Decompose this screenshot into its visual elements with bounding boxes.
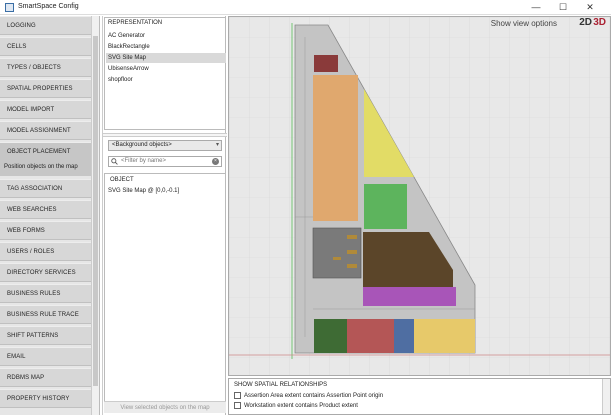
sidebar-item-rdbms-map[interactable]: RDBMS MAP	[0, 368, 92, 387]
chevron-down-icon: ▾	[215, 142, 219, 148]
sidebar-item-directory-services[interactable]: DIRECTORY SERVICES	[0, 263, 92, 282]
room-gold	[414, 319, 475, 353]
room-blue	[394, 319, 414, 353]
mode-3d-toggle[interactable]: 3D	[593, 17, 606, 28]
room-red	[314, 55, 338, 72]
app-icon	[5, 3, 14, 12]
relationship-label: Workstation extent contains Product exte…	[244, 403, 358, 410]
sidebar-item-cells[interactable]: CELLS	[0, 37, 92, 56]
map-view[interactable]: Show view options 2D 3D	[228, 16, 611, 376]
select-value: <Background objects>	[112, 142, 172, 148]
list-item[interactable]: BlackRectangle	[106, 42, 226, 52]
sidebar-item-web-forms[interactable]: WEB FORMS	[0, 221, 92, 240]
title-bar: SmartSpace Config — ☐ ✕	[0, 0, 611, 15]
relationships-header: SHOW SPATIAL RELATIONSHIPS	[234, 382, 328, 388]
relationship-row[interactable]: Workstation extent contains Product exte…	[234, 402, 358, 410]
sidebar-item-types-objects[interactable]: TYPES / OBJECTS	[0, 58, 92, 77]
relationship-row[interactable]: Assertion Area extent contains Assertion…	[234, 392, 383, 400]
room-salmon	[347, 319, 394, 353]
object-list-panel: REPRESENTATION AC Generator BlackRectang…	[102, 16, 227, 415]
sidebar-item-property-history[interactable]: PROPERTY HISTORY	[0, 389, 92, 408]
list-item[interactable]: SVG Site Map	[106, 53, 226, 63]
mode-2d-toggle[interactable]: 2D	[579, 17, 592, 28]
sidebar-item-users-roles[interactable]: USERS / ROLES	[0, 242, 92, 261]
search-icon	[111, 158, 118, 165]
list-item[interactable]: SVG Site Map @ [0,0,-0.1]	[108, 188, 179, 194]
sidebar-item-web-searches[interactable]: WEB SEARCHES	[0, 200, 92, 219]
representation-header: REPRESENTATION	[108, 20, 163, 26]
site-map[interactable]	[229, 17, 611, 376]
close-button[interactable]: ✕	[577, 0, 603, 15]
sidebar-item-business-rule-trace[interactable]: BUSINESS RULE TRACE	[0, 305, 92, 324]
list-item[interactable]: UbisenseArrow	[106, 64, 226, 74]
show-view-options-link[interactable]: Show view options	[491, 19, 557, 28]
maximize-button[interactable]: ☐	[550, 0, 576, 15]
room-dark-green	[314, 319, 347, 353]
active-item-description: Position objects on the map	[0, 158, 92, 176]
background-objects-select[interactable]: <Background objects> ▾	[108, 140, 222, 151]
window-title: SmartSpace Config	[18, 3, 79, 10]
sidebar-item-shift-patterns[interactable]: SHIFT PATTERNS	[0, 326, 92, 345]
room-purple	[363, 287, 456, 306]
clear-icon[interactable]: ×	[212, 158, 219, 165]
relationship-label: Assertion Area extent contains Assertion…	[244, 393, 384, 400]
sidebar-item-model-import[interactable]: MODEL IMPORT	[0, 100, 92, 119]
sidebar-item-email[interactable]: EMAIL	[0, 347, 92, 366]
splitter[interactable]	[103, 133, 227, 137]
object-list: OBJECT SVG Site Map @ [0,0,-0.1]	[104, 173, 226, 412]
filter-input[interactable]: <Filter by name> ×	[108, 156, 222, 167]
room-green	[364, 184, 407, 229]
relationships-scrollbar[interactable]	[602, 379, 610, 414]
room-orange	[313, 75, 358, 221]
sidebar-item-business-rules[interactable]: BUSINESS RULES	[0, 284, 92, 303]
minimize-button[interactable]: —	[523, 0, 549, 15]
sidebar: LOGGING CELLS TYPES / OBJECTS SPATIAL PR…	[0, 16, 100, 415]
sidebar-scroll-thumb[interactable]	[93, 36, 98, 386]
object-header: OBJECT	[110, 177, 134, 183]
view-selected-button[interactable]: View selected objects on the map	[104, 401, 226, 413]
list-item[interactable]: AC Generator	[106, 31, 226, 41]
sidebar-item-model-assignment[interactable]: MODEL ASSIGNMENT	[0, 121, 92, 140]
relationship-checkbox[interactable]	[234, 392, 241, 399]
sidebar-scrollbar[interactable]	[91, 16, 99, 415]
sidebar-item-logging[interactable]: LOGGING	[0, 16, 92, 35]
sidebar-item-spatial-properties[interactable]: SPATIAL PROPERTIES	[0, 79, 92, 98]
filter-placeholder: <Filter by name>	[121, 158, 167, 164]
list-item[interactable]: shopfloor	[106, 75, 226, 85]
relationship-checkbox[interactable]	[234, 402, 241, 409]
spatial-relationships-panel: SHOW SPATIAL RELATIONSHIPS Assertion Are…	[228, 378, 611, 415]
sidebar-item-tag-association[interactable]: TAG ASSOCIATION	[0, 179, 92, 198]
representation-list: REPRESENTATION AC Generator BlackRectang…	[104, 17, 226, 130]
